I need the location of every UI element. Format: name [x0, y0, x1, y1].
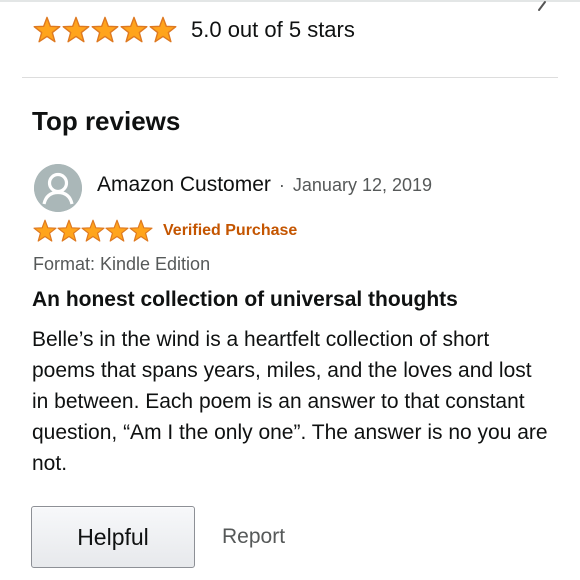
review-star-rating: [33, 219, 153, 243]
review-body: Belle’s in the wind is a heartfelt colle…: [32, 328, 548, 475]
star-icon: [62, 16, 90, 44]
star-icon: [120, 16, 148, 44]
verified-purchase-badge: Verified Purchase: [163, 222, 298, 239]
review-title: An honest collection of universal though…: [32, 288, 458, 311]
user-avatar-icon: [34, 164, 82, 212]
review-author[interactable]: Amazon Customer: [97, 173, 271, 197]
top-divider: [0, 0, 580, 2]
rating-summary-text: 5.0 out of 5 stars: [191, 17, 355, 42]
review-author-row: Amazon Customer · January 12, 2019: [97, 173, 432, 197]
section-divider: [22, 77, 558, 78]
star-icon: [129, 219, 153, 243]
summary-star-rating: [33, 16, 177, 44]
review-date: January 12, 2019: [292, 175, 433, 195]
helpful-button[interactable]: Helpful: [31, 506, 195, 568]
star-icon: [81, 219, 105, 243]
star-icon: [91, 16, 119, 44]
review-page: 5.0 out of 5 stars Top reviews Amazon Cu…: [0, 0, 580, 580]
star-icon: [33, 219, 57, 243]
author-date-separator: ·: [278, 175, 285, 195]
star-icon: [33, 16, 61, 44]
star-icon: [149, 16, 177, 44]
review-rating-row: Verified Purchase: [33, 219, 297, 243]
section-title: Top reviews: [32, 106, 181, 136]
report-link[interactable]: Report: [222, 525, 285, 549]
star-icon: [105, 219, 129, 243]
rating-summary: 5.0 out of 5 stars: [33, 12, 355, 48]
chevron-right-icon[interactable]: [534, 0, 550, 12]
star-icon: [57, 219, 81, 243]
review-format: Format: Kindle Edition: [33, 254, 211, 274]
